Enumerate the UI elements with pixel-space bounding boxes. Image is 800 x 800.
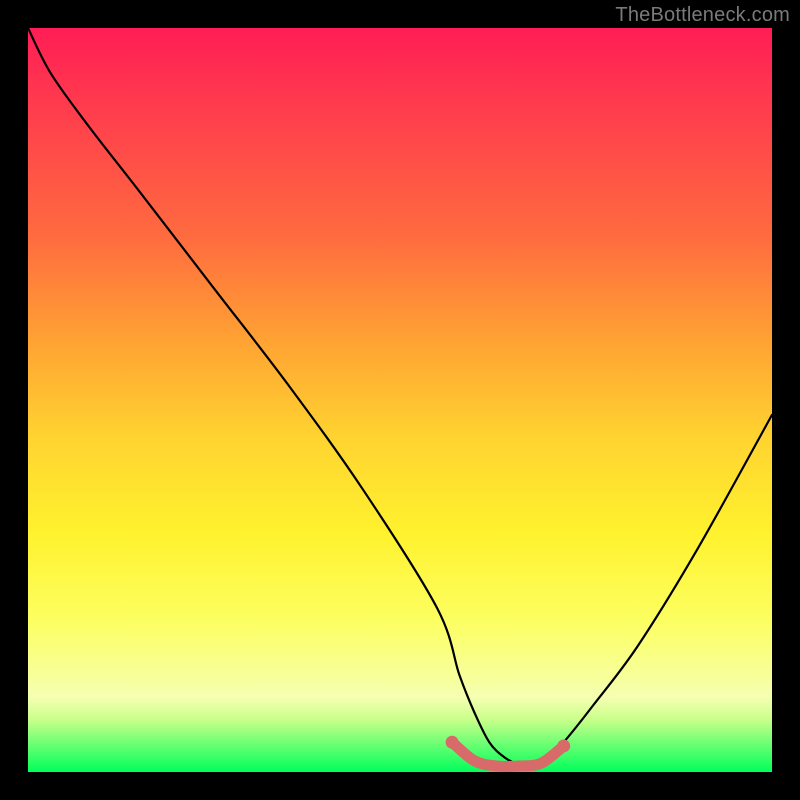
chart-svg <box>28 28 772 772</box>
chart-frame: TheBottleneck.com <box>0 0 800 800</box>
optimal-range-endpoint <box>557 739 570 752</box>
optimal-range-endpoint <box>446 736 459 749</box>
watermark-text: TheBottleneck.com <box>615 4 790 27</box>
optimal-range-line <box>452 742 564 766</box>
curve-line <box>28 28 772 766</box>
optimal-range-highlight <box>446 736 571 767</box>
chart-plot-area <box>28 28 772 772</box>
bottleneck-curve <box>28 28 772 766</box>
